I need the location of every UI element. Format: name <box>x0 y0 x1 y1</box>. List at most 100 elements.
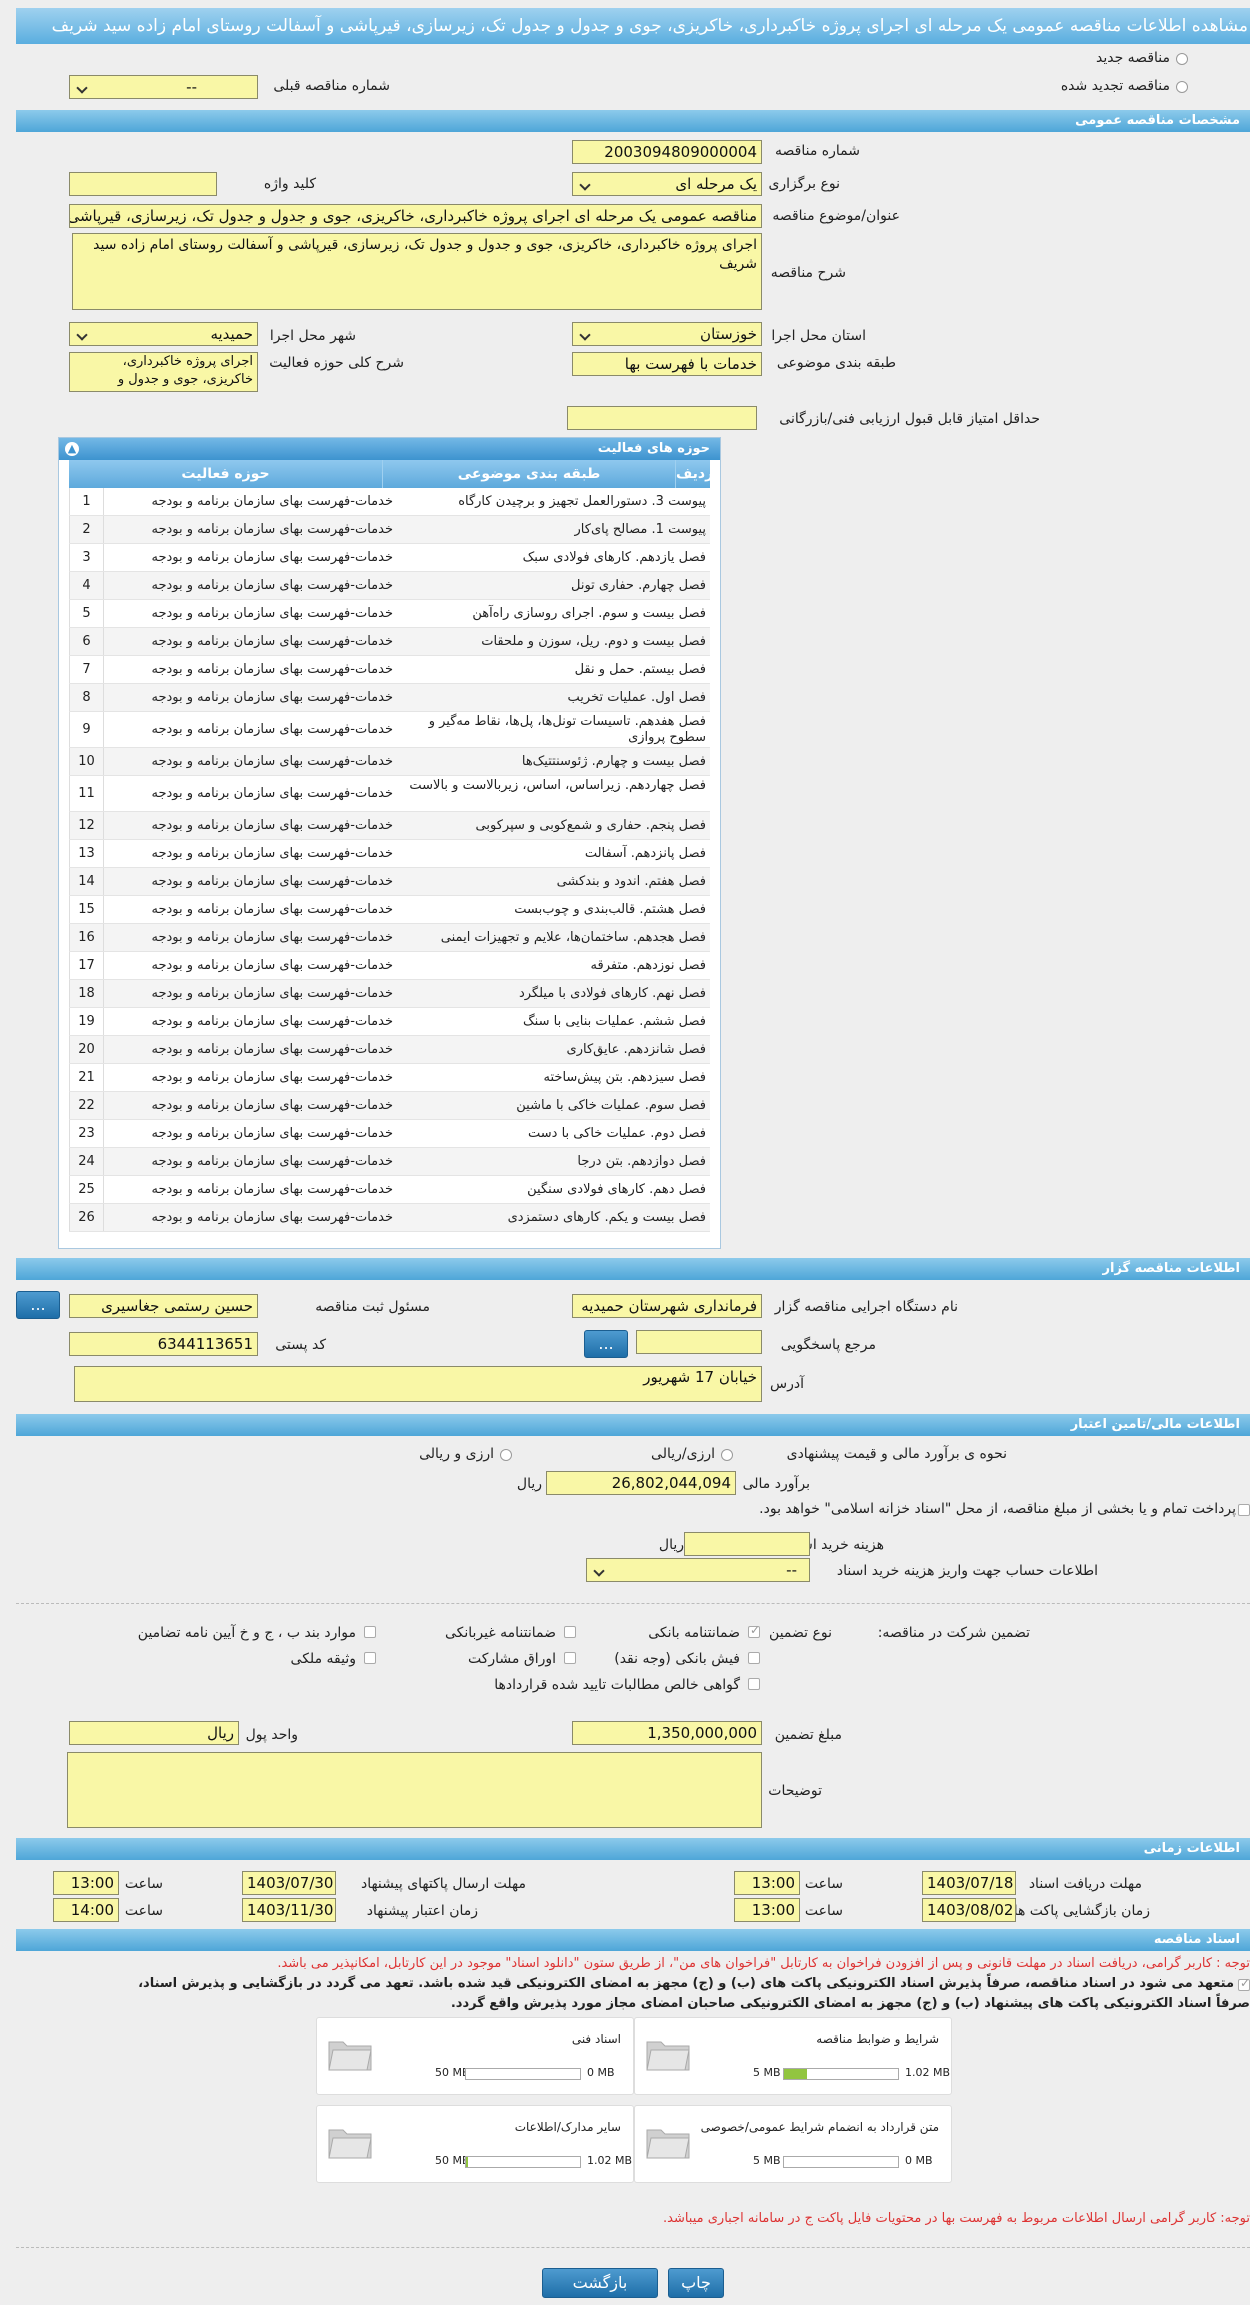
keyword-field[interactable] <box>69 172 217 196</box>
claims-label: گواهی خالص مطالبات تایید شده قراردادها <box>494 1677 740 1693</box>
notes-field[interactable] <box>67 1752 762 1828</box>
description-field[interactable]: اجرای پروژه خاکبرداری، خاکریزی، جوی و جد… <box>72 233 762 310</box>
valid-time[interactable]: 14:00 <box>53 1898 119 1922</box>
row-category: خدمات-فهرست بهای سازمان برنامه و بودجه <box>103 656 397 683</box>
row-field: فصل دوازدهم. بتن درجا <box>577 1154 706 1169</box>
doc-cost-field[interactable] <box>684 1532 810 1556</box>
category-field[interactable]: خدمات با فهرست بها <box>572 352 762 376</box>
back-button[interactable]: بازگشت <box>542 2268 658 2298</box>
currency-field[interactable]: ریال <box>69 1721 239 1745</box>
currency-rial-radio[interactable] <box>500 1449 512 1461</box>
type-select[interactable]: یک مرحله ای <box>572 172 762 196</box>
estimate-field[interactable]: 26,802,044,094 <box>546 1471 736 1495</box>
row-number: 17 <box>69 952 103 979</box>
officer-field[interactable]: حسین رستمی جغاسیری <box>69 1294 258 1318</box>
receive-time[interactable]: 13:00 <box>734 1871 800 1895</box>
row-field: فصل بیست و دوم. ریل، سوزن و ملحقات <box>481 634 706 649</box>
cash-check-checkbox[interactable] <box>748 1652 760 1664</box>
subject-field[interactable]: مناقصه عمومی یک مرحله ای اجرای پروژه خاک… <box>69 204 762 228</box>
address-label: آدرس <box>770 1376 804 1392</box>
receive-date[interactable]: 1403/07/18 <box>922 1871 1016 1895</box>
row-field: پیوست 3. دستورالعمل تجهیز و برچیدن کارگا… <box>458 494 706 509</box>
ref-field[interactable] <box>636 1330 762 1354</box>
address-field[interactable]: خیابان 17 شهریور <box>74 1366 762 1402</box>
timing-section-header: اطلاعات زمانی <box>16 1838 1250 1860</box>
document-max-size: 5 MB <box>753 2154 781 2167</box>
row-number: 20 <box>69 1036 103 1063</box>
org-field[interactable]: فرمانداری شهرستان حمیدیه <box>572 1294 762 1318</box>
row-number: 24 <box>69 1148 103 1175</box>
print-button[interactable]: چاپ <box>668 2268 724 2298</box>
new-tender-radio[interactable] <box>1176 53 1188 65</box>
table-row: 25 خدمات-فهرست بهای سازمان برنامه و بودجه… <box>69 1176 710 1204</box>
org-label: نام دستگاه اجرایی مناقصه گزار <box>774 1299 958 1315</box>
row-category: خدمات-فهرست بهای سازمان برنامه و بودجه <box>103 1064 397 1091</box>
table-row: 15 خدمات-فهرست بهای سازمان برنامه و بودجه… <box>69 896 710 924</box>
document-card[interactable]: سایر مدارک/اطلاعات 50 MB 1.02 MB <box>316 2105 634 2183</box>
document-title: شرایط و ضوابط مناقصه <box>816 2032 939 2046</box>
valid-label: زمان اعتبار پیشنهاد <box>366 1903 478 1919</box>
prev-number-select[interactable]: -- <box>69 75 258 99</box>
organizer-section-header: اطلاعات مناقصه گزار <box>16 1258 1250 1280</box>
nonbank-guarantee-checkbox[interactable] <box>564 1626 576 1638</box>
treasury-checkbox[interactable] <box>1238 1504 1250 1516</box>
commitment-checkbox[interactable] <box>1238 1976 1250 1991</box>
col-row: ردیف <box>676 466 714 482</box>
table-row: 12 خدمات-فهرست بهای سازمان برنامه و بودجه… <box>69 812 710 840</box>
send-date[interactable]: 1403/07/30 <box>242 1871 336 1895</box>
document-card[interactable]: متن قرارداد به انضمام شرایط عمومی/خصوصی 5… <box>634 2105 952 2183</box>
open-label: زمان بازگشایی پاکت ها <box>1013 1903 1150 1919</box>
ref-lookup-button[interactable]: ... <box>584 1330 628 1358</box>
postal-field[interactable]: 6344113651 <box>69 1332 258 1356</box>
province-select[interactable]: خوزستان <box>572 322 762 346</box>
send-time-label: ساعت <box>124 1876 163 1892</box>
activity-table-columns: ردیف طبقه بندی موضوعی حوزه فعالیت <box>69 460 714 488</box>
row-field: فصل نهم. کارهای فولادی با میلگرد <box>518 986 706 1001</box>
renewed-tender-label: مناقصه تجدید شده <box>1060 78 1170 94</box>
bank-guarantee-label: ضمانتنامه بانکی <box>648 1625 740 1641</box>
city-select[interactable]: حمیدیه <box>69 322 258 346</box>
cash-check-label: فیش بانکی (وجه نقد) <box>614 1651 740 1667</box>
row-number: 26 <box>69 1204 103 1231</box>
documents-note: توجه : کاربر گرامی، دریافت اسناد در مهلت… <box>277 1956 1250 1971</box>
tender-number-field[interactable]: 2003094809000004 <box>572 140 762 164</box>
document-card[interactable]: شرایط و ضوابط مناقصه 5 MB 1.02 MB <box>634 2017 952 2095</box>
officer-lookup-button[interactable]: ... <box>16 1291 60 1319</box>
scope-field[interactable]: اجرای پروژه خاکبرداری، خاکریزی، جوی و جد… <box>69 352 258 392</box>
row-category: خدمات-فهرست بهای سازمان برنامه و بودجه <box>103 516 397 543</box>
receive-time-label: ساعت <box>804 1876 843 1892</box>
document-title: سایر مدارک/اطلاعات <box>514 2120 621 2134</box>
send-time[interactable]: 13:00 <box>53 1871 119 1895</box>
rial-radio[interactable] <box>721 1449 733 1461</box>
account-select[interactable]: -- <box>586 1558 810 1582</box>
postal-label: کد پستی <box>275 1337 326 1353</box>
renewed-tender-radio[interactable] <box>1176 81 1188 93</box>
open-time[interactable]: 13:00 <box>734 1898 800 1922</box>
guarantee-amount-field[interactable]: 1,350,000,000 <box>572 1721 762 1745</box>
row-field: فصل هفتم. اندود و بندکشی <box>556 874 706 889</box>
bonds-checkbox[interactable] <box>564 1652 576 1664</box>
claims-checkbox[interactable] <box>748 1678 760 1690</box>
row-number: 12 <box>69 812 103 839</box>
type-label: نوع برگزاری <box>768 176 840 192</box>
table-row: 13 خدمات-فهرست بهای سازمان برنامه و بودجه… <box>69 840 710 868</box>
bank-guarantee-checkbox[interactable] <box>748 1623 760 1638</box>
articles-checkbox[interactable] <box>364 1626 376 1638</box>
ref-label: مرجع پاسخگویی <box>780 1337 876 1353</box>
folder-icon <box>646 2129 690 2159</box>
document-max-size: 5 MB <box>753 2066 781 2079</box>
open-date[interactable]: 1403/08/02 <box>922 1898 1016 1922</box>
new-tender-label: مناقصه جدید <box>1095 50 1170 66</box>
collapse-icon[interactable]: ▲ <box>65 442 79 456</box>
row-category: خدمات-فهرست بهای سازمان برنامه و بودجه <box>103 488 397 515</box>
row-field: فصل دوم. عملیات خاکی با دست <box>528 1126 706 1141</box>
property-checkbox[interactable] <box>364 1652 376 1664</box>
min-score-field[interactable] <box>567 406 757 430</box>
table-row: 11 خدمات-فهرست بهای سازمان برنامه و بودجه… <box>69 776 710 812</box>
finance-section-header: اطلاعات مالی/تامین اعتبار <box>16 1414 1250 1436</box>
valid-date[interactable]: 1403/11/30 <box>242 1898 336 1922</box>
row-category: خدمات-فهرست بهای سازمان برنامه و بودجه <box>103 840 397 867</box>
document-card[interactable]: اسناد فنی 50 MB 0 MB <box>316 2017 634 2095</box>
tender-number-label: شماره مناقصه <box>775 143 860 159</box>
row-number: 16 <box>69 924 103 951</box>
